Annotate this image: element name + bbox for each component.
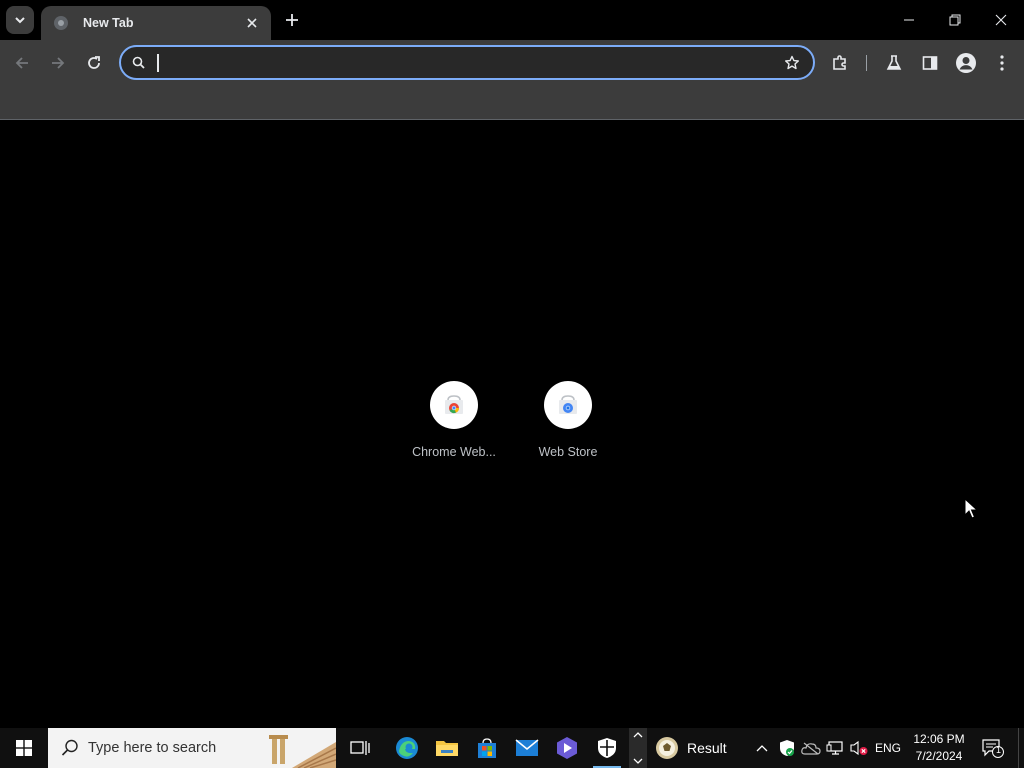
task-view-button[interactable] [340, 728, 380, 768]
mail-icon [515, 739, 539, 756]
soccer-ball-icon [656, 737, 678, 759]
taskbar-edge[interactable] [387, 728, 427, 768]
chrome-web-store-icon [445, 395, 463, 414]
minimize-icon [904, 19, 914, 21]
tab-title: New Tab [83, 16, 134, 30]
taskbar-security[interactable] [587, 728, 627, 768]
network-icon [826, 741, 843, 755]
tray-language[interactable]: ENG [872, 728, 904, 768]
windows-logo-icon [16, 740, 32, 756]
taskbar-app-purple[interactable] [547, 728, 587, 768]
profile-button[interactable] [953, 50, 979, 76]
minimize-button[interactable] [886, 0, 932, 40]
address-bar[interactable] [119, 45, 815, 80]
mouse-cursor-icon [964, 498, 978, 519]
extensions-button[interactable] [827, 50, 853, 76]
chevron-down-icon [633, 758, 643, 764]
shortcut-web-store[interactable]: Web Store [520, 381, 616, 471]
search-icon [61, 739, 78, 756]
folder-icon [436, 741, 458, 756]
edge-icon [396, 737, 418, 759]
taskbar-microsoft-store[interactable] [467, 728, 507, 768]
taskbar: Type here to search Result ENG 12:06 PM … [0, 728, 1024, 768]
new-tab-page: Chrome Web... Web Store [0, 121, 1024, 728]
side-panel-icon [922, 56, 938, 70]
labs-button[interactable] [881, 50, 907, 76]
web-store-icon [559, 395, 577, 414]
tray-defender[interactable] [776, 728, 798, 768]
new-tab-button[interactable] [280, 8, 304, 32]
tray-network[interactable] [824, 728, 846, 768]
task-view-icon [350, 741, 370, 755]
tray-onedrive[interactable] [800, 728, 822, 768]
search-highlight-image [258, 728, 336, 768]
text-caret [157, 54, 159, 72]
news-widget[interactable]: Result [655, 728, 727, 768]
show-desktop-button[interactable] [1018, 728, 1024, 768]
flask-icon [886, 55, 902, 70]
close-window-button[interactable] [978, 0, 1024, 40]
taskbar-overflow-scroller[interactable] [629, 728, 647, 768]
bookmark-star-button[interactable] [783, 54, 801, 72]
shortcut-icon-container [430, 381, 478, 429]
shortcut-chrome-web-store[interactable]: Chrome Web... [406, 381, 502, 471]
chevron-up-icon [756, 745, 768, 752]
menu-button[interactable] [989, 50, 1015, 76]
cloud-offline-icon [801, 742, 821, 755]
shortcut-label: Chrome Web... [412, 445, 496, 459]
tab-search-button[interactable] [6, 6, 34, 34]
bookmarks-bar [0, 85, 1024, 120]
plus-icon [286, 14, 298, 26]
notification-count: 1 [996, 745, 1002, 755]
toolbar-divider [866, 55, 867, 71]
volume-muted-icon [850, 740, 868, 756]
shortcut-label: Web Store [538, 445, 598, 459]
avatar-icon [956, 53, 976, 73]
arrow-right-icon [52, 57, 65, 69]
language-indicator: ENG [874, 741, 901, 755]
search-icon [132, 56, 145, 69]
tab-new-tab[interactable]: New Tab [41, 6, 271, 40]
forward-button[interactable] [45, 50, 71, 76]
window-controls [886, 0, 1024, 40]
back-button[interactable] [9, 50, 35, 76]
tray-volume[interactable] [848, 728, 870, 768]
close-icon [995, 14, 1007, 26]
clock-time: 12:06 PM [913, 732, 965, 746]
address-input[interactable] [156, 51, 756, 75]
globe-icon [53, 15, 69, 31]
chevron-up-icon [633, 732, 643, 738]
taskbar-search-box[interactable]: Type here to search [48, 728, 336, 768]
shield-icon [598, 738, 616, 758]
restore-button[interactable] [932, 0, 978, 40]
restore-icon [949, 14, 961, 26]
side-panel-button[interactable] [917, 50, 943, 76]
taskbar-mail[interactable] [507, 728, 547, 768]
chevron-down-icon [15, 17, 25, 24]
tab-strip: New Tab [0, 0, 1024, 40]
kebab-menu-icon [1000, 55, 1004, 71]
taskbar-file-explorer[interactable] [427, 728, 467, 768]
clock-date: 7/2/2024 [915, 749, 963, 763]
start-button[interactable] [0, 728, 48, 768]
close-icon[interactable] [243, 14, 261, 32]
news-widget-label: Result [687, 740, 727, 756]
reload-icon [88, 56, 100, 69]
search-placeholder: Type here to search [88, 740, 217, 756]
shortcut-icon-container [544, 381, 592, 429]
action-center-button[interactable]: 1 [978, 728, 1008, 768]
store-bag-icon [478, 738, 496, 758]
arrow-left-icon [15, 57, 28, 69]
show-hidden-icons-button[interactable] [752, 728, 772, 768]
star-icon [785, 55, 799, 70]
reload-button[interactable] [81, 50, 107, 76]
puzzle-icon [833, 55, 846, 70]
hexagon-app-icon [557, 737, 577, 759]
taskbar-clock[interactable]: 12:06 PM 7/2/2024 [908, 731, 970, 765]
defender-shield-icon [780, 740, 794, 756]
screen: New Tab Chrome Web... Web Store Type her… [0, 0, 1024, 768]
